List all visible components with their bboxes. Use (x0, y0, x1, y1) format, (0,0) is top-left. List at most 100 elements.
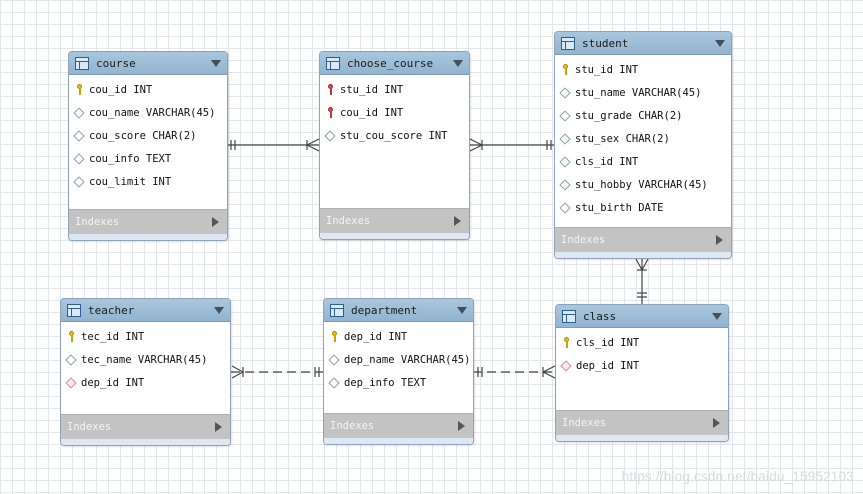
indexes-section[interactable]: Indexes (556, 410, 728, 435)
expand-arrow-icon[interactable] (716, 235, 723, 245)
indexes-section[interactable]: Indexes (324, 413, 473, 438)
collapse-triangle-icon[interactable] (453, 59, 463, 67)
column-diamond-icon (559, 132, 571, 145)
table-name: teacher (88, 303, 135, 317)
collapse-triangle-icon[interactable] (715, 39, 725, 47)
table-icon (326, 56, 340, 70)
table-class[interactable]: class cls_id INT dep_id INT Indexes (555, 304, 729, 442)
relationship-student-choose-course (469, 138, 555, 152)
table-bottom-strip (69, 234, 227, 240)
table-header[interactable]: course (69, 52, 227, 75)
column-text: dep_id INT (344, 330, 408, 343)
collapse-triangle-icon[interactable] (457, 306, 467, 314)
table-name: student (582, 36, 629, 50)
watermark: https://blog.csdn.net/baidu_15952103 (621, 469, 854, 484)
collapse-triangle-icon[interactable] (211, 59, 221, 67)
column-row[interactable]: tec_name VARCHAR(45) (61, 348, 230, 371)
column-row[interactable]: cls_id INT (555, 150, 731, 173)
column-row[interactable]: dep_info TEXT (324, 371, 473, 394)
expand-arrow-icon[interactable] (215, 422, 222, 432)
collapse-triangle-icon[interactable] (214, 306, 224, 314)
column-list: cou_id INT cou_name VARCHAR(45) cou_score … (69, 75, 227, 209)
column-row[interactable]: stu_hobby VARCHAR(45) (555, 173, 731, 196)
column-row[interactable]: cou_limit INT (69, 170, 227, 193)
expand-arrow-icon[interactable] (454, 216, 461, 226)
primary-foreign-key-icon (324, 84, 336, 96)
table-header[interactable]: department (324, 299, 473, 322)
column-row[interactable]: dep_id INT (61, 371, 230, 394)
primary-key-icon (560, 337, 572, 349)
column-row[interactable]: cou_score CHAR(2) (69, 124, 227, 147)
column-text: stu_id INT (575, 63, 639, 76)
column-text: cou_limit INT (89, 175, 172, 188)
column-row[interactable]: stu_grade CHAR(2) (555, 104, 731, 127)
table-header[interactable]: student (555, 32, 731, 55)
column-diamond-icon (324, 129, 336, 142)
column-text: stu_birth DATE (575, 201, 664, 214)
indexes-section[interactable]: Indexes (61, 414, 230, 439)
column-list: stu_id INT stu_name VARCHAR(45) stu_grade … (555, 55, 731, 227)
column-text: stu_id INT (340, 83, 404, 96)
column-text: dep_info TEXT (344, 376, 427, 389)
foreign-key-diamond-icon (65, 376, 77, 389)
relationship-department-teacher (231, 365, 324, 379)
indexes-section[interactable]: Indexes (555, 227, 731, 252)
column-list: dep_id INT dep_name VARCHAR(45) dep_info T… (324, 322, 473, 413)
relationship-class-student (635, 258, 649, 305)
table-icon (330, 303, 344, 317)
table-department[interactable]: department dep_id INT dep_name VARCHAR(45)… (323, 298, 474, 445)
indexes-section[interactable]: Indexes (69, 209, 227, 234)
table-teacher[interactable]: teacher tec_id INT tec_name VARCHAR(45) dep… (60, 298, 231, 446)
column-row[interactable]: stu_name VARCHAR(45) (555, 81, 731, 104)
column-row[interactable]: stu_birth DATE (555, 196, 731, 219)
expand-arrow-icon[interactable] (212, 217, 219, 227)
table-student[interactable]: student stu_id INT stu_name VARCHAR(45) stu… (554, 31, 732, 259)
column-row[interactable]: cou_info TEXT (69, 147, 227, 170)
column-row[interactable]: dep_id INT (556, 354, 728, 377)
indexes-label: Indexes (326, 215, 371, 227)
column-row[interactable]: cou_name VARCHAR(45) (69, 101, 227, 124)
relationship-department-class (473, 365, 556, 379)
expand-arrow-icon[interactable] (713, 418, 720, 428)
column-row[interactable]: stu_id INT (320, 78, 469, 101)
table-name: class (583, 309, 617, 323)
indexes-label: Indexes (330, 420, 375, 432)
table-bottom-strip (320, 233, 469, 239)
primary-foreign-key-icon (324, 107, 336, 119)
table-header[interactable]: choose_course (320, 52, 469, 75)
column-diamond-icon (559, 155, 571, 168)
column-text: cls_id INT (575, 155, 639, 168)
column-row[interactable]: stu_cou_score INT (320, 124, 469, 147)
table-name: department (351, 303, 418, 317)
column-row[interactable]: stu_id INT (555, 58, 731, 81)
column-row[interactable]: tec_id INT (61, 325, 230, 348)
table-choose-course[interactable]: choose_course stu_id INT cou_id INT stu_cou… (319, 51, 470, 240)
column-text: stu_cou_score INT (340, 129, 448, 142)
indexes-section[interactable]: Indexes (320, 208, 469, 233)
table-name: course (96, 56, 136, 70)
column-row[interactable]: cou_id INT (69, 78, 227, 101)
indexes-label: Indexes (67, 421, 112, 433)
column-text: dep_id INT (81, 376, 145, 389)
column-text: stu_name VARCHAR(45) (575, 86, 702, 99)
column-list: cls_id INT dep_id INT (556, 328, 728, 410)
column-row[interactable]: stu_sex CHAR(2) (555, 127, 731, 150)
column-diamond-icon (73, 129, 85, 142)
column-text: cou_id INT (89, 83, 153, 96)
column-row[interactable]: cou_id INT (320, 101, 469, 124)
column-text: cou_name VARCHAR(45) (89, 106, 216, 119)
collapse-triangle-icon[interactable] (712, 312, 722, 320)
column-diamond-icon (73, 175, 85, 188)
table-icon (67, 303, 81, 317)
column-diamond-icon (73, 152, 85, 165)
primary-key-icon (328, 331, 340, 343)
column-list: tec_id INT tec_name VARCHAR(45) dep_id INT (61, 322, 230, 414)
column-row[interactable]: dep_id INT (324, 325, 473, 348)
expand-arrow-icon[interactable] (458, 421, 465, 431)
column-row[interactable]: cls_id INT (556, 331, 728, 354)
table-header[interactable]: class (556, 305, 728, 328)
column-row[interactable]: dep_name VARCHAR(45) (324, 348, 473, 371)
table-header[interactable]: teacher (61, 299, 230, 322)
column-text: dep_name VARCHAR(45) (344, 353, 471, 366)
table-course[interactable]: course cou_id INT cou_name VARCHAR(45) cou_… (68, 51, 228, 241)
